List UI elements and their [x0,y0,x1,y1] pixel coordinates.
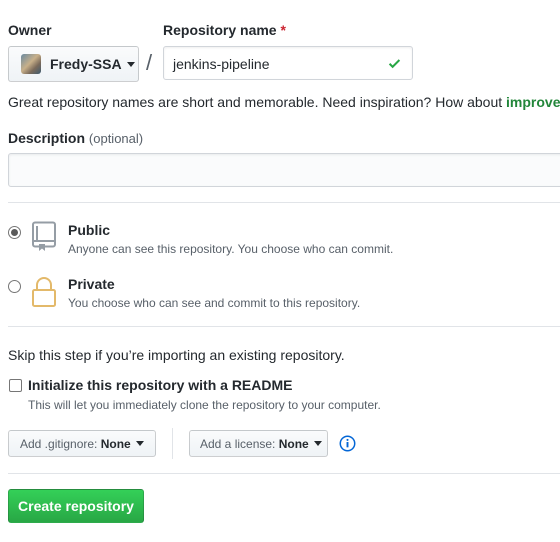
gitignore-prefix: Add .gitignore: [20,436,98,451]
private-title: Private [68,276,115,292]
owner-repo-separator: / [146,50,153,75]
owner-dropdown[interactable]: Fredy-SSA [8,46,139,82]
description-input[interactable] [8,153,560,187]
repo-name-input[interactable]: jenkins-pipeline [163,46,413,80]
chevron-down-icon [313,441,322,446]
public-note: Anyone can see this repository. You choo… [68,242,394,256]
check-icon [388,59,401,69]
gitignore-value: None [100,436,131,451]
create-repository-button[interactable]: Create repository [8,489,144,523]
chevron-down-icon [126,61,135,67]
private-radio[interactable] [8,280,21,293]
info-icon[interactable] [339,435,356,452]
lock-icon [32,277,56,307]
license-dropdown[interactable]: Add a license: None [189,430,328,457]
optional-tag: (optional) [88,131,144,146]
suggestion-text: Great repository names are short and mem… [8,94,507,110]
divider [8,473,560,474]
readme-label[interactable]: Initialize this repository with a README [28,377,292,393]
description-label: Description (optional) [8,130,143,146]
repo-name-label: Repository name * [163,22,286,38]
divider [8,202,560,203]
owner-avatar [21,54,41,74]
chevron-down-icon [135,441,144,446]
gitignore-dropdown[interactable]: Add .gitignore: None [8,430,156,457]
repo-name-suggestion: Great repository names are short and mem… [8,94,560,110]
repo-icon [32,221,56,251]
owner-label: Owner [8,22,52,38]
license-prefix: Add a license: [200,436,276,451]
license-value: None [278,436,309,451]
vertical-divider [172,428,173,459]
import-note: Skip this step if you’re importing an ex… [8,347,345,363]
divider [8,326,560,327]
public-radio[interactable] [8,226,21,239]
public-title: Public [68,222,111,238]
owner-name: Fredy-SSA [50,56,122,72]
suggestion-link[interactable]: improved [506,94,560,110]
repo-name-value: jenkins-pipeline [173,56,270,72]
private-note: You choose who can see and commit to thi… [68,296,361,310]
readme-checkbox[interactable] [9,379,22,392]
readme-note: This will let you immediately clone the … [28,398,381,412]
required-mark: * [280,22,286,38]
repo-name-label-text: Repository name [163,22,277,38]
description-label-text: Description [8,130,86,146]
